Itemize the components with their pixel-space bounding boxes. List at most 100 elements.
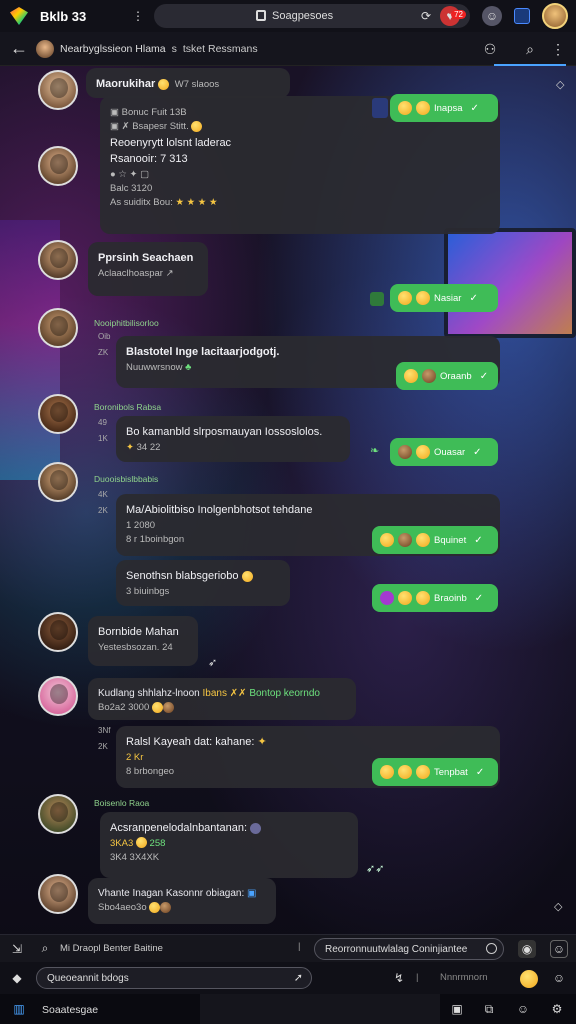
reaction-pill[interactable]: Oraanb ✓ — [396, 362, 498, 390]
avatar[interactable] — [38, 394, 78, 434]
circle-icon — [486, 943, 497, 954]
profile-switch-icon[interactable]: ☺ — [482, 6, 502, 26]
avatar[interactable] — [38, 612, 78, 652]
avatar[interactable] — [38, 308, 78, 348]
message-title: Vhante Inagan Kasonnr obiagan: ▣ — [98, 888, 257, 899]
send-icon[interactable]: ➚ — [294, 971, 303, 984]
reaction-pill[interactable]: Nasiar ✓ — [390, 284, 498, 312]
smile-icon[interactable]: ☺ — [550, 969, 568, 987]
message-line: ▣ ✗ Bsapesr Stitt. — [110, 120, 490, 134]
gutter-count: Oib — [98, 332, 111, 341]
reaction-pill[interactable]: Tenpbat ✓ — [372, 758, 498, 786]
extension-icon[interactable] — [514, 8, 530, 24]
composer-toolbar: ⇲ ⌕ Mi Draopl Benter Baitine | Reorronnu… — [0, 934, 576, 962]
chat-area: Maorukihar W7 slaoos ▣ Bonuc Fuit 13B ▣ … — [0, 66, 576, 934]
url-text: Soagpesoes — [272, 10, 334, 22]
window-icon[interactable]: ▣ — [448, 1000, 466, 1018]
chat-subtitle-separator: s — [171, 42, 177, 55]
sender-name[interactable]: Duooisbislbbabis — [94, 474, 158, 484]
scroll-down-icon[interactable]: ◇ — [554, 900, 562, 913]
avatar[interactable] — [38, 70, 78, 110]
message-header-bubble[interactable]: Maorukihar W7 slaoos — [86, 68, 290, 98]
message-bubble[interactable]: Vhante Inagan Kasonnr obiagan: ▣ Sbo4aeo… — [88, 878, 276, 924]
sender-name[interactable]: Boisenlo Raoa — [94, 798, 149, 808]
emoji-picker-icon[interactable]: ☺ — [550, 939, 568, 958]
message-bubble[interactable]: Pprsinh Seachaen Aclaaclhoaspar ↗ — [88, 242, 208, 296]
gutter-count: 1K — [98, 434, 108, 443]
app-logo-icon — [10, 7, 28, 25]
reaction-pill[interactable]: Bquinet ✓ — [372, 526, 498, 554]
message-line: Rsanooir: 7 313 — [110, 153, 188, 165]
settings-icon[interactable]: ⚙ — [548, 1000, 566, 1018]
message-title: Ralsl Kayeah dat: kahane: ✦ — [126, 736, 267, 748]
notification-icon[interactable]: ♥ 72 — [440, 6, 466, 26]
reaction-pill[interactable]: Inapsa ✓ — [390, 94, 498, 122]
check-icon: ✓ — [473, 446, 482, 458]
reaction-pill[interactable]: Ouasar ✓ — [390, 438, 498, 466]
camera-icon[interactable]: ◉ — [518, 939, 536, 958]
emoji-icon[interactable] — [520, 970, 538, 988]
gutter-count: 4K — [98, 490, 108, 499]
message-bubble[interactable]: Acsranpenelodalnbantanan: 3KA3 258 3K4 3… — [100, 812, 358, 878]
message-title: Kudlang shhlahz-lnoon Ibans ✗✗ Bontop ke… — [98, 688, 320, 699]
scroll-up-icon[interactable]: ◇ — [556, 78, 564, 91]
link-icon[interactable]: ↯ — [390, 969, 408, 987]
avatar[interactable] — [38, 794, 78, 834]
check-icon: ✓ — [470, 102, 479, 114]
active-tab-indicator — [494, 64, 566, 66]
sticker-icon — [372, 98, 388, 118]
sender-name[interactable]: Boronibols Rabsa — [94, 402, 161, 412]
message-line: 3KA3 258 — [110, 837, 166, 849]
message-bubble[interactable]: Bornbide Mahan Yestesbsozan. 24 — [88, 616, 198, 666]
message-bubble[interactable]: Bo kamanbld slrposmauyan Iossoslolos. ✦ … — [116, 416, 350, 462]
refresh-icon[interactable]: ⟳ — [416, 6, 436, 26]
message-line: Reoenyrytt lolsnt laderac — [110, 136, 232, 149]
message-line: Aclaaclhoaspar ↗ — [98, 267, 174, 279]
check-icon: ✓ — [474, 534, 483, 546]
menu-dots-icon[interactable]: ⋮ — [128, 6, 148, 26]
message-title: Pprsinh Seachaen — [98, 252, 194, 264]
reaction-pill[interactable]: Braoinb ✓ — [372, 584, 498, 612]
sender-name[interactable]: Nooiphitbilisorloo — [94, 318, 159, 328]
avatar[interactable] — [38, 874, 78, 914]
message-bubble[interactable]: Kudlang shhlahz-lnoon Ibans ✗✗ Bontop ke… — [88, 678, 356, 720]
sticker-picker-icon[interactable]: ◆ — [8, 969, 26, 987]
message-input-text: Queoeannit bdogs — [47, 972, 129, 984]
reaction-label: Tenpbat — [434, 766, 468, 778]
message-line: 3K4 3X4XK — [110, 851, 160, 863]
message-title: Ma/Abiolitbiso Inolgenbhotsot tehdane — [126, 504, 313, 516]
smile-icon[interactable]: ☺ — [514, 1000, 532, 1018]
avatar[interactable] — [38, 240, 78, 280]
check-icon: ✓ — [479, 370, 489, 382]
search-icon[interactable]: ⌕ — [36, 940, 54, 958]
back-arrow-icon[interactable]: ← — [10, 38, 28, 59]
start-icon[interactable]: ▥ — [10, 1000, 28, 1018]
copy-icon[interactable]: ⧉ — [480, 1000, 498, 1018]
secondary-search-input[interactable]: Reorronnuutwlalag Coninjiantee — [314, 938, 504, 960]
reaction-label: Bquinet — [434, 534, 467, 546]
search-icon[interactable]: ⌕ — [520, 39, 540, 59]
message-input[interactable]: Queoeannit bdogs ➚ — [36, 967, 312, 989]
check-icon: ✓ — [474, 592, 484, 604]
more-icon[interactable]: ⋮ — [548, 39, 568, 59]
bottom-right-label: Nnnrmnorn — [440, 972, 488, 983]
reaction-label: Inapsa — [434, 102, 463, 114]
message-bubble[interactable]: Senothsn blabsgeriobo 3 biuinbgs — [116, 560, 290, 606]
attach-icon[interactable]: ⇲ — [8, 940, 26, 958]
chat-avatar[interactable] — [36, 39, 54, 58]
avatar[interactable] — [38, 146, 78, 186]
check-icon: ✓ — [475, 766, 485, 778]
status-bar: Bklb 33 ⋮ Soagpesoes ⟳ ♥ 72 ☺ — [0, 0, 576, 32]
emoji-icon — [158, 78, 170, 90]
chat-header: ← Nearbyglssieon Hlama s tsket Ressmans … — [0, 32, 576, 66]
message-line: Balc 3120 — [110, 182, 153, 194]
user-avatar[interactable] — [542, 3, 568, 29]
taskbar-label: Soaatesgae — [42, 1004, 99, 1016]
avatar[interactable] — [38, 462, 78, 502]
app-title: Bklb 33 — [40, 8, 87, 24]
message-line: As suiditx Bou: ★ ★ ★ ★ — [110, 197, 218, 208]
avatar[interactable] — [38, 676, 78, 716]
chat-subtitle: tsket Ressmans — [182, 42, 258, 55]
members-icon[interactable]: ⚇ — [480, 39, 500, 59]
message-title: Senothsn blabsgeriobo — [126, 568, 280, 585]
